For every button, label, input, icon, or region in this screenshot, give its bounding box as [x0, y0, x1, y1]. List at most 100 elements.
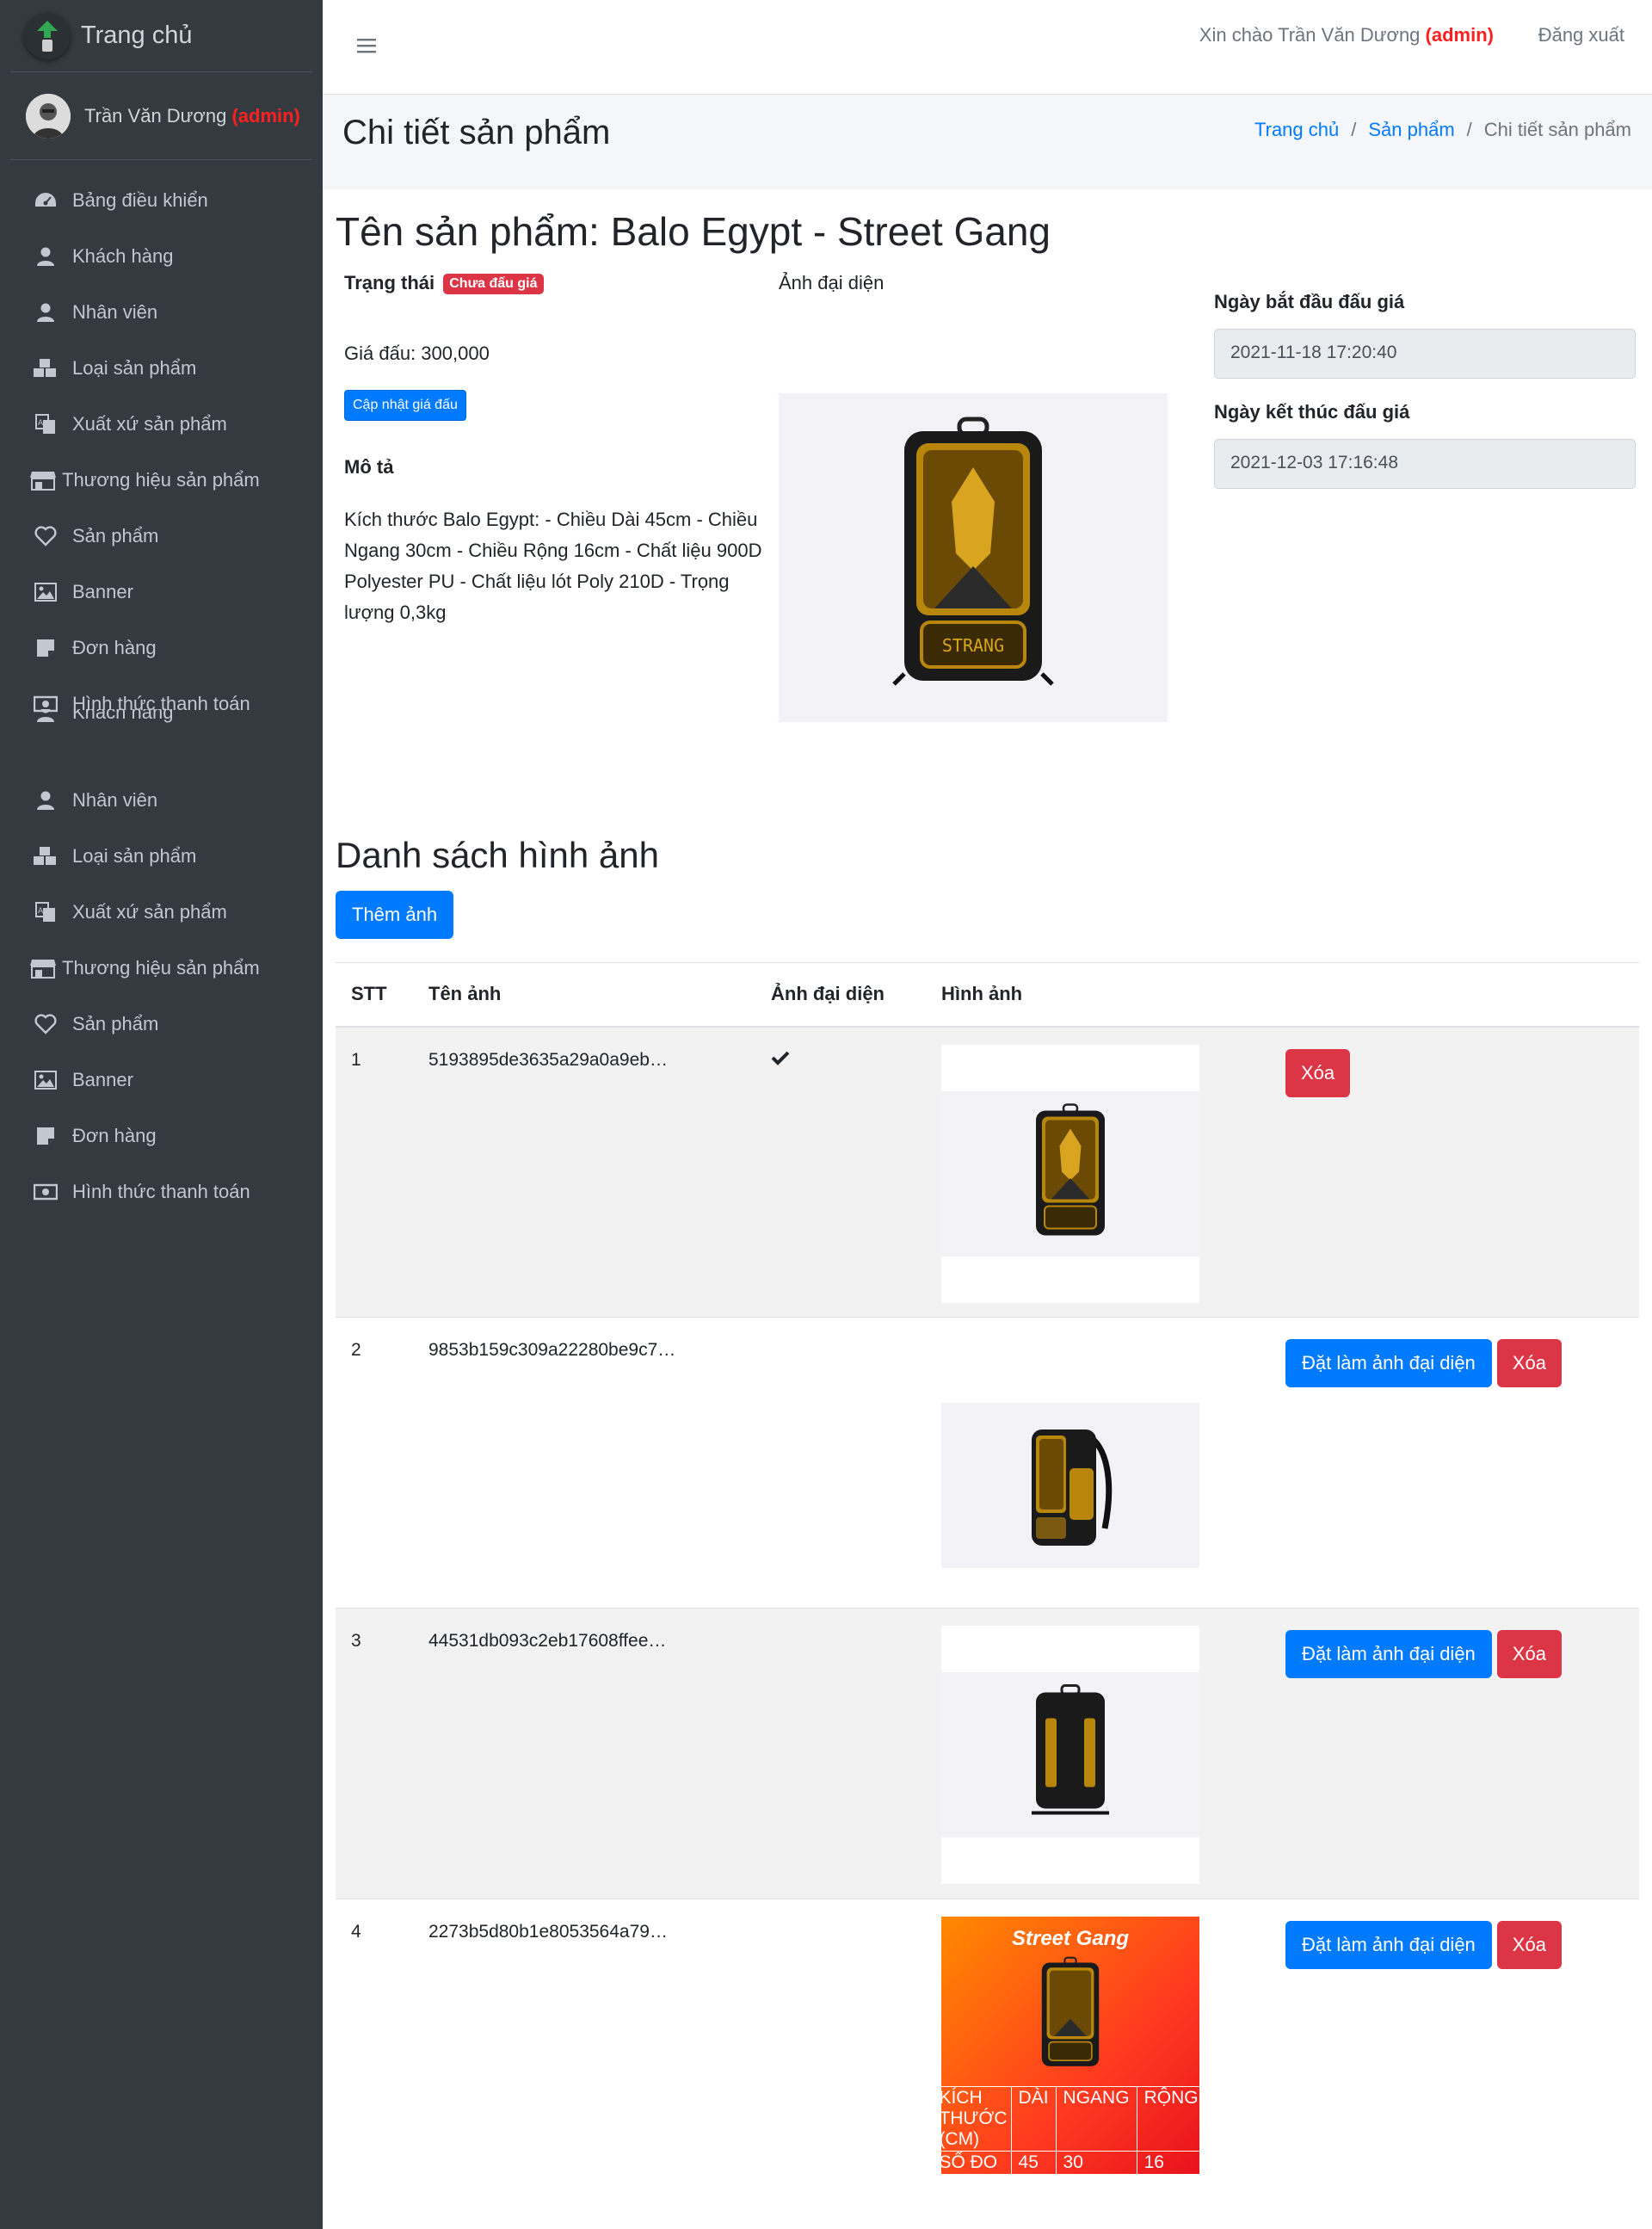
- poster-size-table: KÍCH THƯỚC (CM) DÀI NGANG RỘNG SỐ ĐO 45 …: [934, 2086, 1206, 2175]
- gallery-title: Danh sách hình ảnh: [336, 835, 659, 875]
- table-row: 2 9853b159c309a22280be9c7… Đặt làm ảnh đ…: [336, 1317, 1639, 1608]
- sidebar-item-customers-dup[interactable]: Khách hàng: [0, 709, 323, 740]
- delete-button[interactable]: Xóa: [1496, 1630, 1562, 1678]
- start-date-input[interactable]: 2021-11-18 17:20:40: [1214, 329, 1636, 379]
- sidebar-item-label: Xuất xứ sản phẩm: [72, 412, 227, 435]
- user-panel[interactable]: Trần Văn Dương (admin): [10, 72, 312, 160]
- delete-button[interactable]: Xóa: [1496, 1921, 1562, 1969]
- breadcrumb-products[interactable]: Sản phẩm: [1368, 119, 1454, 141]
- brand-title: Trang chủ: [81, 22, 193, 49]
- sidebar-item-origin-dup[interactable]: A Xuất xứ sản phẩm: [0, 884, 323, 940]
- sidebar-item-origin[interactable]: A Xuất xứ sản phẩm: [0, 396, 323, 452]
- table-header-row: STT Tên ảnh Ảnh đại diện Hình ảnh: [336, 962, 1639, 1028]
- breadcrumb-home[interactable]: Trang chủ: [1254, 119, 1339, 141]
- sidebar-item-staff[interactable]: Nhân viên: [0, 284, 323, 340]
- sidebar-item-products[interactable]: Sản phẩm: [0, 508, 323, 564]
- row-image-poster: Street Gang KÍCH THƯỚC (CM) DÀI NGANG RỘ…: [934, 1917, 1206, 2175]
- row-actions: Xóa: [1270, 1026, 1639, 1318]
- sidebar-item-orders-dup[interactable]: Đơn hàng: [0, 1108, 323, 1164]
- sidebar-item-label: Khách hàng: [72, 709, 174, 723]
- row-stt: 2: [336, 1317, 413, 1608]
- sidebar-item-brands-dup[interactable]: Thương hiệu sản phẩm: [0, 940, 323, 996]
- row-name: 9853b159c309a22280be9c7…: [413, 1317, 755, 1608]
- row-image-cell: [926, 1608, 1270, 1899]
- note-icon: [33, 635, 59, 661]
- sidebar-item-brands[interactable]: Thương hiệu sản phẩm: [0, 452, 323, 508]
- poster-size-cell: KÍCH THƯỚC (CM): [934, 2086, 1012, 2152]
- image-table: STT Tên ảnh Ảnh đại diện Hình ảnh 1 5193…: [336, 962, 1639, 2190]
- content-header: Chi tiết sản phẩm Trang chủ / Sản phẩm /…: [323, 95, 1652, 189]
- sidebar: Trang chủ Trần Văn Dương (admin) Bảng đi…: [0, 0, 323, 2229]
- user-role: (admin): [231, 104, 300, 127]
- end-date-input[interactable]: 2021-12-03 17:16:48: [1214, 439, 1636, 489]
- greeting: Xin chào Trần Văn Dương (admin): [1199, 24, 1494, 46]
- row-stt: 4: [336, 1899, 413, 2190]
- delete-button[interactable]: Xóa: [1285, 1048, 1351, 1097]
- sidebar-item-categories-dup[interactable]: Loại sản phẩm: [0, 828, 323, 884]
- row-avatar-cell: [755, 1317, 926, 1608]
- sidebar-item-label: Khách hàng: [72, 244, 174, 267]
- sidebar-item-categories[interactable]: Loại sản phẩm: [0, 340, 323, 396]
- sidebar-item-label: Đơn hàng: [72, 636, 157, 658]
- set-avatar-button[interactable]: Đặt làm ảnh đại diện: [1285, 1339, 1492, 1387]
- product-avatar-image: STRANG: [779, 393, 1168, 722]
- dashboard-icon: [33, 188, 59, 213]
- row-name: 5193895de3635a29a0a9eb…: [413, 1026, 755, 1318]
- cubes-icon: [33, 843, 59, 869]
- sidebar-item-payment-dup[interactable]: Hình thức thanh toán: [0, 1164, 323, 1219]
- sidebar-item-products-dup[interactable]: Sản phẩm: [0, 996, 323, 1052]
- note-icon: [33, 1123, 59, 1149]
- column-header-image: Hình ảnh: [926, 962, 1270, 1028]
- user-icon: [33, 787, 59, 813]
- row-image-cell: [926, 1026, 1270, 1318]
- row-image: [941, 1044, 1199, 1303]
- sidebar-item-label: Sản phẩm: [72, 1012, 159, 1034]
- sidebar-item-orders[interactable]: Đơn hàng: [0, 620, 323, 676]
- greeting-text: Xin chào Trần Văn Dương: [1199, 24, 1421, 46]
- sidebar-item-label: Loại sản phẩm: [72, 356, 197, 379]
- sidebar-item-label: Xuất xứ sản phẩm: [72, 900, 227, 923]
- store-icon: [29, 955, 57, 981]
- sidebar-item-dashboard[interactable]: Bảng điều khiển: [0, 172, 323, 228]
- row-image: [941, 1626, 1199, 1884]
- brand-logo: [24, 12, 71, 59]
- set-avatar-button[interactable]: Đặt làm ảnh đại diện: [1285, 1630, 1492, 1678]
- description-label: Mô tả: [344, 456, 394, 478]
- user-icon: [33, 299, 59, 325]
- money-icon: [33, 1179, 59, 1205]
- check-icon: [771, 1050, 790, 1070]
- heart-icon: [33, 523, 59, 549]
- delete-button[interactable]: Xóa: [1496, 1339, 1562, 1387]
- poster-size-cell: 16: [1136, 2151, 1206, 2175]
- logout-link[interactable]: Đăng xuất: [1538, 24, 1624, 46]
- row-name: 44531db093c2eb17608ffee…: [413, 1608, 755, 1899]
- sidebar-item-banner-dup[interactable]: Banner: [0, 1052, 323, 1108]
- greeting-role: (admin): [1425, 24, 1494, 46]
- start-date-label: Ngày bắt đầu đấu giá: [1214, 291, 1405, 312]
- sidebar-item-label: Thương hiệu sản phẩm: [62, 468, 260, 491]
- store-icon: [29, 467, 57, 493]
- sidebar-item-label: Nhân viên: [72, 788, 158, 811]
- column-header-stt: STT: [336, 962, 413, 1028]
- row-stt: 3: [336, 1608, 413, 1899]
- update-price-button[interactable]: Cập nhật giá đấu: [344, 390, 466, 421]
- avatar: [26, 93, 71, 139]
- add-image-button[interactable]: Thêm ảnh: [336, 891, 454, 939]
- brand-link[interactable]: Trang chủ: [10, 0, 312, 72]
- row-avatar-cell: [755, 1608, 926, 1899]
- sidebar-item-staff-dup[interactable]: Nhân viên: [0, 772, 323, 828]
- menu-toggle-icon[interactable]: [354, 33, 379, 59]
- sidebar-item-label: Banner: [72, 1068, 133, 1090]
- top-navbar: Xin chào Trần Văn Dương (admin) Đăng xuấ…: [323, 0, 1652, 95]
- poster-size-cell: 45: [1010, 2151, 1057, 2175]
- sidebar-item-banner[interactable]: Banner: [0, 564, 323, 620]
- image-icon: [33, 579, 59, 605]
- sidebar-item-label: Hình thức thanh toán: [72, 1180, 250, 1202]
- column-header-actions: [1270, 962, 1639, 1028]
- avatar-label: Ảnh đại diện: [779, 272, 885, 293]
- set-avatar-button[interactable]: Đặt làm ảnh đại diện: [1285, 1921, 1492, 1969]
- sidebar-item-customers[interactable]: Khách hàng: [0, 228, 323, 284]
- sidebar-item-label: Sản phẩm: [72, 524, 159, 546]
- breadcrumb-separator: /: [1351, 119, 1357, 140]
- status-row: Trạng thái Chưa đấu giá: [344, 272, 544, 294]
